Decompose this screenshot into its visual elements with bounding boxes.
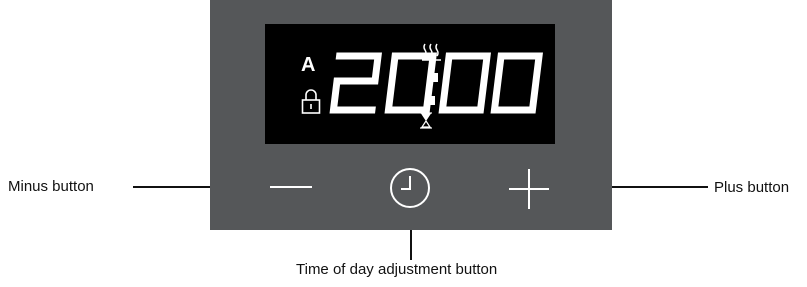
- control-panel: A: [210, 0, 612, 230]
- digital-display: A: [265, 24, 555, 144]
- minus-callout-line: [133, 186, 210, 188]
- colon-top: [429, 73, 438, 82]
- plus-button[interactable]: [507, 167, 551, 211]
- clock-button[interactable]: [387, 165, 433, 211]
- lock-icon: [301, 89, 321, 114]
- digit-0-third: [490, 52, 544, 114]
- hourglass-icon: [420, 112, 432, 129]
- colon-bottom: [426, 96, 435, 105]
- display-graphics: [301, 43, 544, 129]
- mode-indicator-a: A: [301, 54, 316, 76]
- clock-callout-line: [410, 230, 412, 260]
- plus-callout-line: [612, 186, 708, 188]
- digit-0-second: [438, 52, 492, 114]
- plus-button-label: Plus button: [714, 179, 790, 196]
- plus-icon: [509, 169, 549, 209]
- clock-icon: [390, 168, 430, 208]
- minus-button-label: Minus button: [8, 178, 94, 195]
- digit-2: [329, 52, 383, 114]
- clock-button-label: Time of day adjustment button: [296, 261, 498, 278]
- minus-button[interactable]: [268, 172, 314, 202]
- minus-icon: [270, 186, 312, 188]
